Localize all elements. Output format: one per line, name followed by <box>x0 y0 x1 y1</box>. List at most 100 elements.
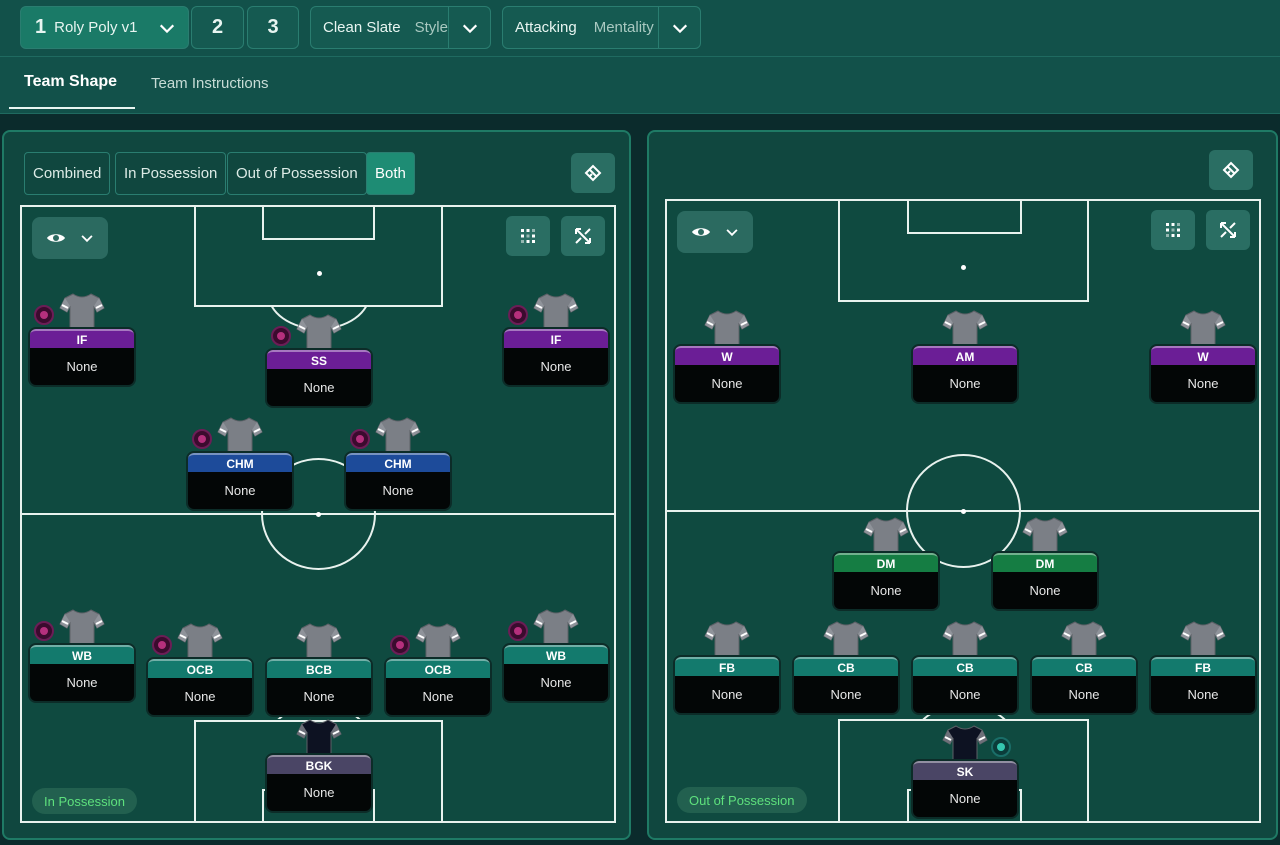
filter-both-button[interactable]: Both <box>366 152 415 195</box>
player-role: CHM <box>346 453 450 472</box>
shirt-icon <box>533 608 579 649</box>
filter-combined-button[interactable]: Combined <box>24 152 111 195</box>
star-badge-icon <box>390 635 410 655</box>
view-toggle-button[interactable] <box>677 211 753 253</box>
player-card-if[interactable]: IF None <box>504 329 608 385</box>
star-badge-icon <box>350 429 370 449</box>
player-name: None <box>870 583 902 598</box>
shirt-icon <box>1180 620 1226 661</box>
in-possession-panel: Combined In Possession Out of Possession… <box>2 130 631 840</box>
player-name: None <box>540 359 572 374</box>
filter-in-possession-button[interactable]: In Possession <box>115 152 227 195</box>
chevron-down-icon <box>81 235 93 243</box>
tab-team-instructions[interactable]: Team Instructions <box>151 57 269 109</box>
tactic-board-button[interactable] <box>1209 150 1253 190</box>
grid-icon <box>521 229 535 243</box>
star-badge-icon <box>508 621 528 641</box>
player-role: OCB <box>386 659 490 678</box>
center-spot <box>961 509 966 514</box>
player-card-ocb[interactable]: OCB None <box>386 659 490 715</box>
player-role: WB <box>504 645 608 664</box>
player-card-cb[interactable]: CB None <box>794 657 898 713</box>
expand-button[interactable] <box>561 216 605 256</box>
out-of-possession-label: Out of Possession <box>677 787 807 813</box>
player-name: None <box>711 687 743 702</box>
player-card-wb[interactable]: WB None <box>504 645 608 701</box>
tactic-board-button[interactable] <box>571 153 615 193</box>
player-card-cb[interactable]: CB None <box>913 657 1017 713</box>
player-card-chm[interactable]: CHM None <box>188 453 292 509</box>
player-card-wb[interactable]: WB None <box>30 645 134 701</box>
eye-icon <box>692 228 710 236</box>
player-card-w[interactable]: W None <box>1151 346 1255 402</box>
player-card-sk[interactable]: SK None <box>913 761 1017 817</box>
player-card-ocb[interactable]: OCB None <box>148 659 252 715</box>
player-card-dm[interactable]: DM None <box>993 553 1097 609</box>
player-card-fb[interactable]: FB None <box>1151 657 1255 713</box>
tab-bar: Team Shape Team Instructions <box>0 56 1280 114</box>
top-bar: 1 Roly Poly v1 2 3 Clean Slate Style Att… <box>0 0 1280 114</box>
center-spot <box>316 512 321 517</box>
player-card-if[interactable]: IF None <box>30 329 134 385</box>
shirt-icon <box>533 292 579 333</box>
mentality-selector[interactable]: Attacking Mentality <box>502 6 701 49</box>
tactic-board-icon <box>1222 161 1240 179</box>
player-card-ss[interactable]: SS None <box>267 350 371 406</box>
player-role: W <box>675 346 779 365</box>
penalty-spot-top <box>961 265 966 270</box>
in-possession-label: In Possession <box>32 788 137 814</box>
tactic-slot-2-button[interactable]: 2 <box>191 6 244 49</box>
player-card-dm[interactable]: DM None <box>834 553 938 609</box>
player-role: OCB <box>148 659 252 678</box>
tactic-board-icon <box>584 164 602 182</box>
player-role: IF <box>30 329 134 348</box>
player-role: W <box>1151 346 1255 365</box>
player-role: CHM <box>188 453 292 472</box>
player-name: None <box>224 483 256 498</box>
player-card-w[interactable]: W None <box>675 346 779 402</box>
player-role: WB <box>30 645 134 664</box>
out-of-possession-panel: W None AM None W None DM None DM None FB None CB None… <box>647 130 1278 840</box>
shirt-icon <box>415 622 461 663</box>
player-card-fb[interactable]: FB None <box>675 657 779 713</box>
shirt-icon <box>1022 516 1068 557</box>
player-name: None <box>949 687 981 702</box>
tactic-slot-3-button[interactable]: 3 <box>247 6 299 49</box>
player-name: None <box>711 376 743 391</box>
slot-label: 3 <box>267 16 279 38</box>
shirt-icon <box>823 620 869 661</box>
tab-team-shape[interactable]: Team Shape <box>9 57 135 109</box>
player-name: None <box>303 785 335 800</box>
shirt-icon <box>942 724 988 765</box>
star-badge-icon <box>34 621 54 641</box>
view-toggle-button[interactable] <box>32 217 108 259</box>
filter-out-of-possession-button[interactable]: Out of Possession <box>227 152 367 195</box>
chevron-down-icon <box>726 229 738 237</box>
player-name: None <box>184 689 216 704</box>
shirt-icon <box>942 620 988 661</box>
player-role: CB <box>1032 657 1136 676</box>
tactic-number: 1 <box>35 16 47 38</box>
player-card-bcb[interactable]: BCB None <box>267 659 371 715</box>
expand-button[interactable] <box>1206 210 1250 250</box>
player-card-am[interactable]: AM None <box>913 346 1017 402</box>
grid-button[interactable] <box>1151 210 1195 250</box>
player-card-chm[interactable]: CHM None <box>346 453 450 509</box>
player-name: None <box>303 689 335 704</box>
shirt-icon <box>704 309 750 350</box>
style-selector[interactable]: Clean Slate Style <box>310 6 491 49</box>
goal-box-top <box>262 207 375 240</box>
shirt-icon <box>1061 620 1107 661</box>
tactic-selector[interactable]: 1 Roly Poly v1 <box>20 6 189 49</box>
pitch: IF None SS None IF None CHM None CHM None WB None OC… <box>20 205 616 823</box>
chevron-down-icon <box>146 7 188 48</box>
player-name: None <box>66 359 98 374</box>
grid-button[interactable] <box>506 216 550 256</box>
player-card-bgk[interactable]: BGK None <box>267 755 371 811</box>
player-name: None <box>1029 583 1061 598</box>
player-card-cb[interactable]: CB None <box>1032 657 1136 713</box>
eye-icon <box>47 234 65 242</box>
player-name: None <box>66 675 98 690</box>
player-name: None <box>540 675 572 690</box>
shirt-icon <box>375 416 421 457</box>
